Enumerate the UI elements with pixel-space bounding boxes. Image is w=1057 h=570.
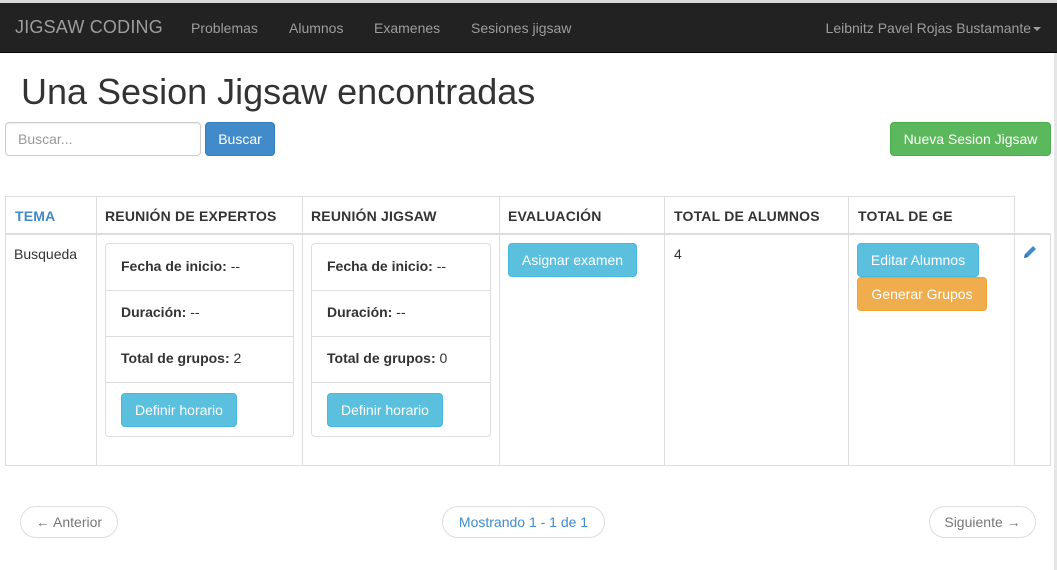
list-item: Total de grupos: 0 bbox=[312, 336, 490, 382]
define-schedule-button[interactable]: Definir horario bbox=[121, 393, 237, 427]
header-tema[interactable]: TEMA bbox=[15, 208, 55, 224]
list-item: Duración: -- bbox=[106, 290, 293, 336]
duracion-label: Duración: bbox=[121, 304, 187, 320]
brand-logo[interactable]: JIGSAW CODING bbox=[15, 17, 163, 38]
duracion-value: -- bbox=[396, 304, 406, 320]
nav-link-problemas[interactable]: Problemas bbox=[191, 20, 258, 36]
generate-groups-button[interactable]: Generar Grupos bbox=[857, 277, 987, 311]
table-border-bottom bbox=[5, 465, 1051, 466]
header-reunion-jigsaw: REUNIÓN JIGSAW bbox=[311, 208, 437, 224]
cell-tema: Busqueda bbox=[14, 246, 78, 262]
nav-link-examenes[interactable]: Examenes bbox=[374, 20, 440, 36]
table-header-divider bbox=[5, 233, 1051, 235]
col-divider bbox=[1014, 196, 1015, 466]
list-item: Duración: -- bbox=[312, 290, 490, 336]
fecha-label: Fecha de inicio: bbox=[327, 258, 433, 274]
col-divider bbox=[848, 196, 849, 466]
header-total-alumnos: TOTAL DE ALUMNOS bbox=[674, 208, 820, 224]
search-button[interactable]: Buscar bbox=[205, 122, 275, 156]
nav-link-alumnos[interactable]: Alumnos bbox=[289, 20, 343, 36]
header-reunion-expertos: REUNIÓN DE EXPERTOS bbox=[105, 208, 277, 224]
col-divider bbox=[302, 196, 303, 466]
list-item: Definir horario bbox=[312, 382, 490, 437]
table-border-top bbox=[5, 196, 1015, 197]
list-item: Definir horario bbox=[106, 382, 293, 437]
grupos-label: Total de grupos: bbox=[327, 350, 436, 366]
duracion-value: -- bbox=[190, 304, 200, 320]
grupos-label: Total de grupos: bbox=[121, 350, 230, 366]
user-menu[interactable]: Leibnitz Pavel Rojas Bustamante bbox=[826, 20, 1041, 36]
col-divider bbox=[96, 196, 97, 466]
fecha-value: -- bbox=[436, 258, 447, 274]
user-name: Leibnitz Pavel Rojas Bustamante bbox=[825, 20, 1031, 36]
pencil-icon[interactable] bbox=[1021, 243, 1039, 261]
edit-students-button[interactable]: Editar Alumnos bbox=[857, 243, 979, 277]
col-divider bbox=[664, 196, 665, 466]
previous-page-button[interactable]: ← Anterior bbox=[20, 506, 118, 538]
jigsaw-panel: Fecha de inicio: -- Duración: -- Total d… bbox=[311, 243, 491, 437]
grupos-value: 0 bbox=[439, 350, 448, 366]
assign-exam-button[interactable]: Asignar examen bbox=[508, 243, 637, 277]
search-input[interactable] bbox=[5, 122, 201, 156]
list-item: Fecha de inicio: -- bbox=[106, 244, 293, 290]
fecha-value: -- bbox=[230, 258, 241, 274]
pagination-info: Mostrando 1 - 1 de 1 bbox=[442, 506, 605, 538]
col-divider bbox=[499, 196, 500, 466]
caret-down-icon bbox=[1033, 27, 1041, 32]
define-schedule-button[interactable]: Definir horario bbox=[327, 393, 443, 427]
duracion-label: Duración: bbox=[327, 304, 393, 320]
expertos-panel: Fecha de inicio: -- Duración: -- Total d… bbox=[105, 243, 294, 437]
header-total-ge: TOTAL DE GE bbox=[858, 208, 953, 224]
col-divider bbox=[1050, 233, 1051, 466]
header-evaluacion: EVALUACIÓN bbox=[508, 208, 602, 224]
fecha-label: Fecha de inicio: bbox=[121, 258, 227, 274]
grupos-value: 2 bbox=[233, 350, 242, 366]
navbar: JIGSAW CODING Problemas Alumnos Examenes… bbox=[0, 3, 1057, 53]
page-title: Una Sesion Jigsaw encontradas bbox=[21, 71, 536, 112]
list-item: Total de grupos: 2 bbox=[106, 336, 293, 382]
col-divider bbox=[5, 196, 6, 466]
nav-link-sesiones-jigsaw[interactable]: Sesiones jigsaw bbox=[471, 20, 571, 36]
next-page-button[interactable]: Siguiente → bbox=[929, 506, 1036, 538]
list-item: Fecha de inicio: -- bbox=[312, 244, 490, 290]
new-session-button[interactable]: Nueva Sesion Jigsaw bbox=[890, 122, 1051, 156]
cell-total-alumnos: 4 bbox=[674, 246, 682, 262]
